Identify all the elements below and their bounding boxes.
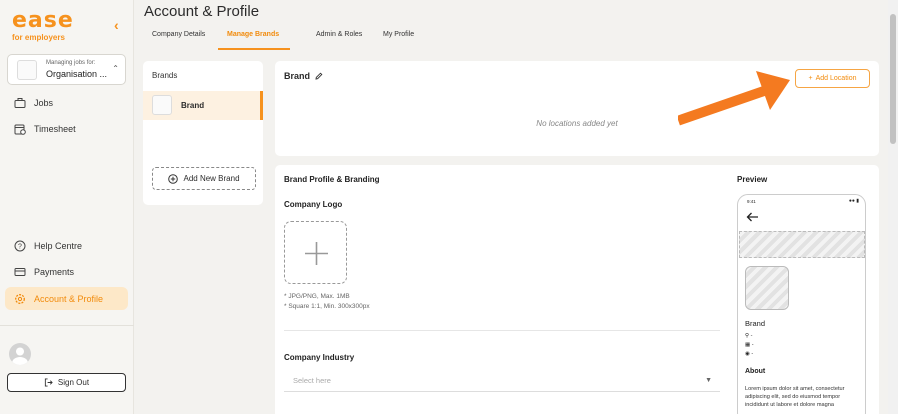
brand-logo-placeholder <box>745 266 789 310</box>
tab-company-details[interactable]: Company Details <box>152 31 205 38</box>
logo-format-note: * JPG/PNG, Max. 1MB <box>284 293 350 300</box>
brand-title: Brand <box>284 71 323 81</box>
nav-help-centre[interactable]: ? Help Centre <box>14 240 82 252</box>
brand-name: Brand <box>181 101 205 110</box>
tab-my-profile[interactable]: My Profile <box>383 31 414 38</box>
phone-preview: 9:41 ●● ▮ Brand ⚲ - ▦ - ◉ - About Lorem … <box>737 194 866 414</box>
sign-out-label: Sign Out <box>57 378 90 387</box>
page-title: Account & Profile <box>144 3 260 20</box>
preview-brand-name: Brand <box>745 319 766 328</box>
scrollbar-thumb[interactable] <box>890 14 896 144</box>
ease-logo[interactable]: ease <box>12 8 74 33</box>
nav-jobs[interactable]: Jobs <box>14 97 53 109</box>
preview-label: Preview <box>737 175 768 184</box>
org-label: Managing jobs for: <box>46 60 96 66</box>
preview-meta-2: ▦ - <box>745 342 754 348</box>
plus-icon: + <box>808 75 813 82</box>
add-new-brand-label: Add New Brand <box>183 174 240 183</box>
pencil-icon[interactable] <box>315 72 323 80</box>
active-tab-underline <box>218 48 290 50</box>
nav-account-profile[interactable]: Account & Profile <box>5 287 128 310</box>
status-icons: ●● ▮ <box>848 198 859 204</box>
brands-panel: Brands Brand Add New Brand <box>143 61 263 205</box>
banner-placeholder <box>739 231 865 258</box>
profile-section-title: Brand Profile & Branding <box>284 175 380 184</box>
caret-down-icon: ▼ <box>705 377 712 384</box>
user-avatar[interactable] <box>9 343 31 365</box>
chevron-up-down-icon: ⌃ <box>112 64 119 73</box>
nav-timesheet-label: Timesheet <box>34 124 76 134</box>
organisation-selector[interactable]: Managing jobs for: Organisation ... ⌃ <box>7 54 126 85</box>
meta-1-value: - <box>750 333 753 339</box>
industry-placeholder: Select here <box>293 375 331 385</box>
industry-select[interactable]: Select here ▼ <box>284 369 720 392</box>
annotation-arrow-icon <box>678 71 790 126</box>
nav-help-label: Help Centre <box>34 241 83 251</box>
calendar-clock-icon <box>14 124 26 135</box>
brand-avatar <box>152 95 172 115</box>
sign-out-icon <box>44 378 53 387</box>
logo-size-note: * Square 1:1, Min. 300x300px <box>284 303 370 310</box>
help-icon: ? <box>14 240 26 252</box>
gear-icon <box>15 293 25 304</box>
sidebar-divider <box>0 325 134 326</box>
status-time: 9:41 <box>747 199 756 204</box>
org-value: Organisation ... <box>46 69 108 79</box>
user-icon <box>12 347 28 365</box>
brand-list-item[interactable]: Brand <box>143 91 263 120</box>
add-new-brand-button[interactable]: Add New Brand <box>152 167 256 190</box>
organisation-avatar <box>17 60 37 80</box>
nav-payments-label: Payments <box>34 267 75 277</box>
meta-2-value: - <box>751 342 754 348</box>
sidebar: ease for employers ‹ Managing jobs for: … <box>0 0 134 414</box>
preview-meta-1: ⚲ - <box>745 333 753 339</box>
add-location-button[interactable]: + Add Location <box>795 69 870 88</box>
preview-meta-3: ◉ - <box>745 351 754 357</box>
back-arrow-icon <box>746 212 758 222</box>
nav-timesheet[interactable]: Timesheet <box>14 123 76 135</box>
collapse-sidebar-icon[interactable]: ‹ <box>114 17 119 33</box>
briefcase-icon <box>14 98 26 108</box>
svg-text:?: ? <box>18 244 22 251</box>
preview-about-title: About <box>745 368 766 375</box>
selected-indicator <box>260 91 263 120</box>
plus-icon <box>305 242 328 265</box>
tab-manage-brands[interactable]: Manage Brands <box>227 31 279 38</box>
brand-title-text: Brand <box>284 71 311 81</box>
logo-upload-box[interactable] <box>284 221 347 284</box>
sign-out-button[interactable]: Sign Out <box>7 373 126 392</box>
tab-admin-roles[interactable]: Admin & Roles <box>316 31 362 38</box>
nav-account-label: Account & Profile <box>34 293 104 304</box>
plus-circle-icon <box>168 173 179 184</box>
preview-about-text: Lorem ipsum dolor sit amet, consectetur … <box>745 386 845 408</box>
section-divider <box>284 330 720 331</box>
page-scrollbar[interactable] <box>888 0 898 414</box>
meta-3-value: - <box>751 351 754 357</box>
company-industry-label: Company Industry <box>284 353 355 362</box>
card-icon <box>14 268 26 276</box>
add-location-label: Add Location <box>815 75 857 82</box>
nav-payments[interactable]: Payments <box>14 266 74 278</box>
nav-jobs-label: Jobs <box>34 98 54 108</box>
brands-header: Brands <box>152 71 178 80</box>
logo-subtitle: for employers <box>12 33 65 42</box>
company-logo-label: Company Logo <box>284 200 343 209</box>
